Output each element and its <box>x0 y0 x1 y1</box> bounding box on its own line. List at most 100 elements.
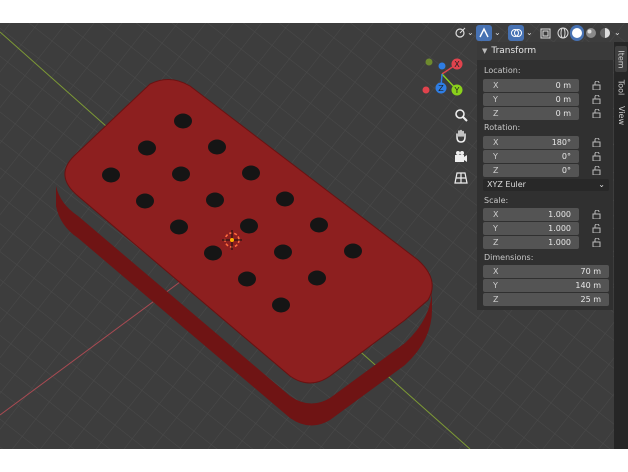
axis-label: X <box>493 138 499 147</box>
tab-label: View <box>616 105 626 125</box>
rotation-x-lock-icon[interactable] <box>592 138 602 147</box>
object-hole <box>238 271 256 287</box>
field-value: 180° <box>551 138 571 147</box>
axis-label: X <box>493 267 499 276</box>
object-hole <box>208 139 226 155</box>
rotation-z-lock-icon[interactable] <box>592 166 602 175</box>
gizmo-x-label: X <box>454 60 460 69</box>
axis-label: Y <box>493 95 498 104</box>
tab-tool[interactable]: Tool <box>615 74 627 100</box>
camera-view-button[interactable] <box>451 147 471 167</box>
shading-dropdown-caret[interactable]: ⌄ <box>614 25 621 41</box>
zoom-button[interactable] <box>451 105 471 125</box>
field-value: 1.000 <box>548 210 571 219</box>
object-hole <box>344 243 362 259</box>
axis-label: Z <box>493 238 499 247</box>
axis-label: X <box>493 81 499 90</box>
rotation-z-field[interactable]: Z 0° <box>483 164 579 177</box>
gizmo-neg-x-axis[interactable] <box>422 86 430 94</box>
panel-title: Transform <box>491 46 537 56</box>
object-hole <box>276 191 294 207</box>
location-x-lock-icon[interactable] <box>592 81 602 90</box>
tab-item[interactable]: Item <box>615 46 627 72</box>
rotation-x-field[interactable]: X 180° <box>483 136 579 149</box>
rotation-y-lock-icon[interactable] <box>592 152 602 161</box>
field-value: 140 m <box>575 281 601 290</box>
scale-label: Scale: <box>484 196 509 205</box>
field-value: 1.000 <box>548 238 571 247</box>
shading-material-button[interactable] <box>584 25 598 41</box>
collapse-triangle-icon[interactable]: ▼ <box>482 47 487 55</box>
object-hole <box>308 270 326 286</box>
overlay-toggle-button[interactable] <box>508 25 524 41</box>
gizmo-icon <box>455 27 466 38</box>
location-y-field[interactable]: Y 0 m <box>483 93 579 106</box>
object-hole <box>136 193 154 209</box>
location-y-lock-icon[interactable] <box>592 95 602 104</box>
scale-y-field[interactable]: Y 1.000 <box>483 222 579 235</box>
field-value: 0 m <box>555 81 571 90</box>
gizmo-neg-z-axis[interactable] <box>438 62 446 70</box>
object-hole <box>138 140 156 156</box>
object-hole <box>240 218 258 234</box>
scale-z-field[interactable]: Z 1.000 <box>483 236 579 249</box>
overlay-dropdown-caret[interactable]: ⌄ <box>526 25 533 41</box>
wireframe-sphere-icon <box>557 27 569 39</box>
axis-label: X <box>493 210 499 219</box>
field-value: 0 m <box>555 109 571 118</box>
navigation-gizmo[interactable]: X Y Z <box>416 52 472 100</box>
shading-rendered-button[interactable] <box>598 25 612 41</box>
transform-panel-header[interactable]: ▼ Transform <box>477 42 613 60</box>
field-value: 70 m <box>580 267 601 276</box>
object-hole <box>102 167 120 183</box>
perspective-toggle-button[interactable] <box>451 168 471 188</box>
location-x-field[interactable]: X 0 m <box>483 79 579 92</box>
scale-y-lock-icon[interactable] <box>592 224 602 233</box>
camera-icon <box>455 151 467 162</box>
location-z-lock-icon[interactable] <box>592 109 602 118</box>
pan-button[interactable] <box>451 126 471 146</box>
bottom-blank-area <box>0 449 628 472</box>
chevron-down-icon: ⌄ <box>598 180 605 189</box>
object-hole <box>172 166 190 182</box>
scale-z-lock-icon[interactable] <box>592 238 602 247</box>
scale-x-field[interactable]: X 1.000 <box>483 208 579 221</box>
object-hole <box>204 245 222 261</box>
rotation-mode-value: XYZ Euler <box>487 180 526 189</box>
field-value: 25 m <box>580 295 601 304</box>
hand-pan-icon <box>456 129 466 143</box>
gizmo-neg-y-axis[interactable] <box>425 58 433 66</box>
rotation-y-field[interactable]: Y 0° <box>483 150 579 163</box>
tab-label: Tool <box>616 79 626 95</box>
gizmo-z-label: Z <box>438 84 444 93</box>
object-hole <box>174 113 192 129</box>
location-z-field[interactable]: Z 0 m <box>483 107 579 120</box>
object-hole <box>242 165 260 181</box>
object-hole <box>274 244 292 260</box>
sidebar-tabs: Item Tool View <box>614 42 628 449</box>
solid-sphere-icon <box>572 28 582 38</box>
xray-toggle-button[interactable] <box>538 25 552 41</box>
object-hole <box>170 219 188 235</box>
axis-label: Y <box>493 224 498 233</box>
dimensions-x-field[interactable]: X 70 m <box>483 265 609 278</box>
rendered-sphere-icon <box>600 28 610 38</box>
sidebar-transform-panel: ▼ Transform Location: X 0 m Y 0 m Z 0 m Rot… <box>477 42 613 310</box>
gizmo-dropdown-caret[interactable]: ⌄ <box>467 25 474 41</box>
visibility-toggle-button[interactable] <box>476 25 492 41</box>
tab-label: Item <box>616 49 626 69</box>
visibility-dropdown-caret[interactable]: ⌄ <box>494 25 501 41</box>
shading-solid-button[interactable] <box>570 25 584 41</box>
axis-label: Y <box>493 152 498 161</box>
scale-x-lock-icon[interactable] <box>592 210 602 219</box>
dimensions-y-field[interactable]: Y 140 m <box>483 279 609 292</box>
field-value: 0 m <box>555 95 571 104</box>
field-value: 0° <box>561 166 571 175</box>
shading-wireframe-button[interactable] <box>556 25 570 41</box>
dimensions-z-field[interactable]: Z 25 m <box>483 293 609 306</box>
select-arrow-icon <box>479 27 489 38</box>
rotation-mode-dropdown[interactable]: XYZ Euler ⌄ <box>483 179 609 191</box>
tab-view[interactable]: View <box>615 102 627 128</box>
grid-perspective-icon <box>454 172 468 184</box>
dimensions-label: Dimensions: <box>484 253 534 262</box>
